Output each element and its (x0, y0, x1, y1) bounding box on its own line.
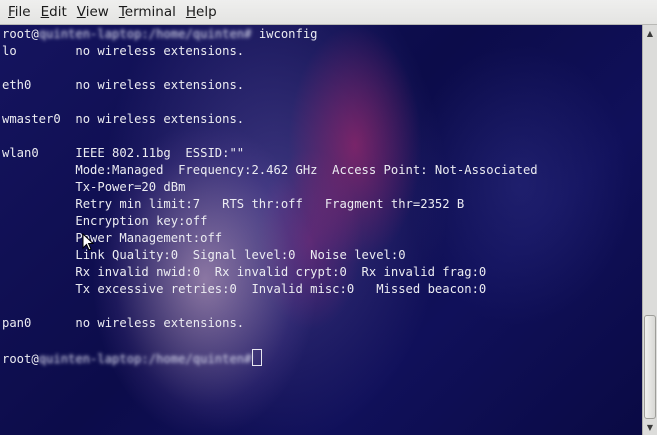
terminal-screen[interactable]: root@quinten-laptop:/home/quinten# iwcon… (0, 25, 642, 435)
final-prompt-host-blurred: quinten-laptop:/home/quinten# (38, 352, 252, 366)
prompt-user: root@ (2, 27, 39, 41)
menu-bar: File Edit View Terminal Help (0, 0, 657, 25)
menu-terminal-label: erminal (124, 4, 176, 20)
menu-edit-label: dit (49, 4, 67, 20)
output-line: wlan0 IEEE 802.11bg ESSID:"" (2, 146, 245, 160)
output-line: Retry min limit:7 RTS thr:off Fragment t… (2, 197, 465, 211)
menu-help-label: elp (196, 4, 217, 20)
mouse-pointer-icon (82, 233, 94, 251)
prompt-host-blurred: quinten-laptop:/home/quinten# (38, 27, 252, 41)
command-line: root@quinten-laptop:/home/quinten# iwcon… (2, 26, 318, 43)
menu-terminal[interactable]: Terminal (114, 2, 181, 22)
scroll-up-icon[interactable]: ▲ (643, 26, 657, 40)
output-line: wmaster0 no wireless extensions. (2, 112, 245, 126)
output-line: Power Management:off (2, 231, 223, 245)
menu-file-label: ile (14, 4, 31, 20)
output-line: eth0 no wireless extensions. (2, 78, 245, 92)
menu-edit[interactable]: Edit (36, 2, 72, 22)
scroll-down-icon[interactable]: ▼ (643, 420, 657, 434)
output-line: lo no wireless extensions. (2, 44, 245, 58)
scrollbar-thumb[interactable] (644, 315, 656, 419)
menu-view[interactable]: View (72, 2, 114, 22)
menu-view-mnemonic: V (76, 4, 86, 20)
text-cursor (252, 349, 263, 366)
vertical-scrollbar[interactable]: ▲ ▼ (642, 25, 657, 435)
menu-help[interactable]: Help (181, 2, 222, 22)
final-prompt-user: root@ (2, 352, 39, 366)
output-line: pan0 no wireless extensions. (2, 316, 245, 330)
output-line: Rx invalid nwid:0 Rx invalid crypt:0 Rx … (2, 265, 487, 279)
menu-file-mnemonic: F (8, 4, 15, 20)
menu-help-mnemonic: H (185, 4, 197, 20)
output-line: Encryption key:off (2, 214, 208, 228)
output-line: Tx excessive retries:0 Invalid misc:0 Mi… (2, 282, 487, 296)
output-line: Tx-Power=20 dBm (2, 180, 186, 194)
menu-file[interactable]: File (3, 2, 36, 22)
output-line: Mode:Managed Frequency:2.462 GHz Access … (2, 163, 538, 177)
final-prompt-line: root@quinten-laptop:/home/quinten# (2, 349, 263, 366)
menu-edit-mnemonic: E (40, 4, 50, 20)
menu-view-label: iew (85, 4, 109, 20)
output-line: Link Quality:0 Signal level:0 Noise leve… (2, 248, 406, 262)
command-text: iwconfig (251, 27, 318, 41)
